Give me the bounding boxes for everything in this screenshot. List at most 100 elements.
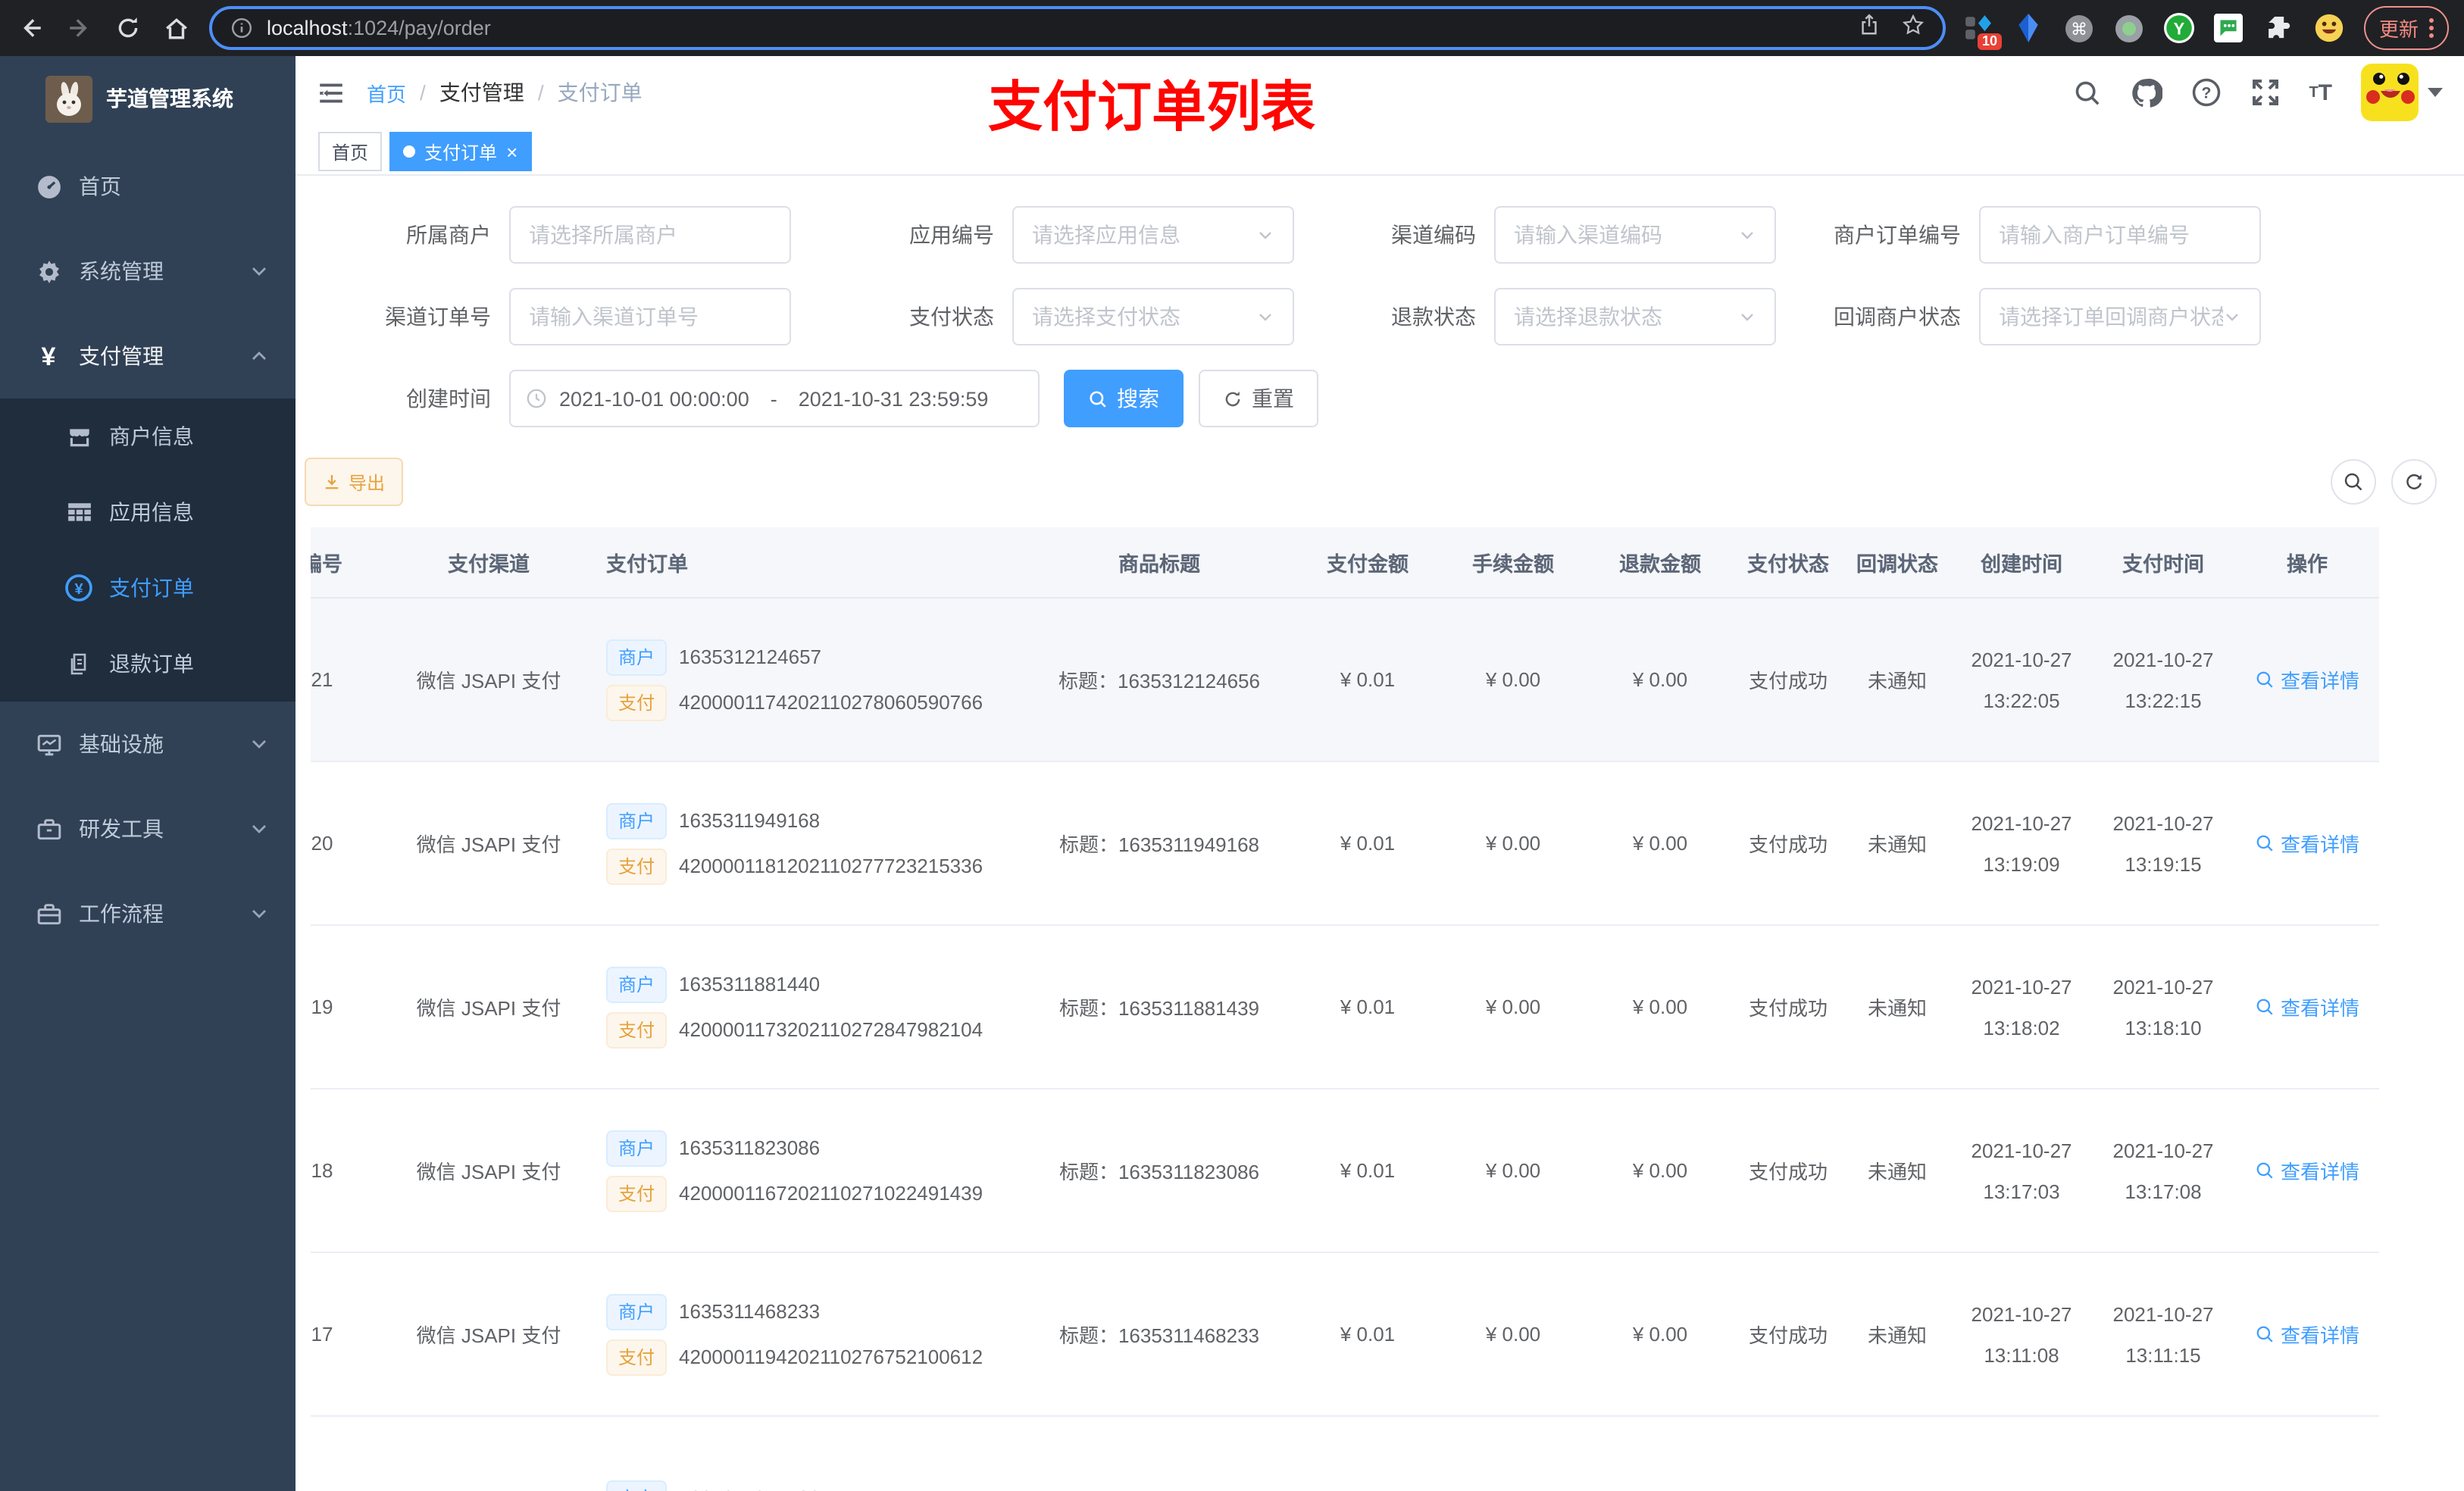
svg-text:Y: Y	[2174, 19, 2185, 38]
kite-icon[interactable]	[2014, 13, 2044, 43]
chevron-down-icon	[250, 735, 268, 753]
user-avatar[interactable]	[2361, 64, 2443, 121]
breadcrumb: 首页 / 支付管理 / 支付订单	[367, 77, 643, 108]
merchant-tag: 商户	[606, 1480, 668, 1491]
view-detail-link[interactable]: 查看详情	[2255, 829, 2359, 858]
merchant-order-no-input[interactable]: 请输入商户订单编号	[1979, 206, 2261, 264]
filter-form: 所属商户 请选择所属商户 应用编号 请选择应用信息 渠道编码 请输入渠道编码 商…	[295, 176, 2464, 427]
extension-bar: 10 ⌘ Y 更新	[1964, 6, 2449, 50]
sidebar-item-infra[interactable]: 基础设施	[0, 702, 295, 786]
reload-icon[interactable]	[112, 13, 142, 43]
breadcrumb-home[interactable]: 首页	[367, 78, 406, 107]
extension-grid-icon[interactable]: 10	[1964, 13, 2002, 49]
show-search-button[interactable]	[2331, 459, 2376, 505]
puzzle-icon[interactable]	[2264, 13, 2294, 43]
caret-down-icon	[2428, 88, 2443, 97]
logo-image	[45, 75, 92, 122]
breadcrumb-pay-order: 支付订单	[557, 80, 643, 105]
view-detail-link[interactable]: 查看详情	[2255, 992, 2359, 1021]
view-detail-link[interactable]: 查看详情	[2255, 1156, 2359, 1185]
fullscreen-icon[interactable]	[2250, 77, 2280, 108]
forward-icon[interactable]	[64, 13, 94, 43]
sidebar: 芋道管理系统 首页 系统管理 ¥ 支付管理 商户信息 应用信息 ¥ 支付订单 退…	[0, 56, 295, 1491]
notify-status-select[interactable]: 请选择订单回调商户状态	[1979, 288, 2261, 345]
update-label: 更新	[2378, 18, 2419, 41]
date-range-input[interactable]: 2021-10-01 00:00:00 - 2021-10-31 23:59:5…	[509, 370, 1040, 427]
filter-label: 创建时间	[406, 386, 491, 411]
merchant-select[interactable]: 请选择所属商户	[509, 206, 791, 264]
chevron-down-icon	[1738, 226, 1756, 244]
sidebar-toggle-icon[interactable]	[295, 78, 367, 107]
record-dot-icon[interactable]	[2114, 13, 2144, 43]
channel-order-no-input[interactable]: 请输入渠道订单号	[509, 288, 791, 345]
avatar-image	[2361, 64, 2419, 121]
share-icon[interactable]	[1858, 13, 1881, 43]
info-icon[interactable]	[230, 17, 253, 39]
filter-label: 退款状态	[1391, 305, 1476, 329]
command-icon[interactable]: ⌘	[2064, 13, 2094, 43]
app-select[interactable]: 请选择应用信息	[1012, 206, 1294, 264]
close-icon[interactable]: ×	[506, 142, 518, 161]
sidebar-item-home[interactable]: 首页	[0, 144, 295, 229]
chevron-down-icon	[1256, 308, 1274, 326]
pay-status-select[interactable]: 请选择支付状态	[1012, 288, 1294, 345]
date-separator: -	[770, 387, 777, 410]
url-text[interactable]: localhost:1024/pay/order	[267, 17, 1844, 39]
breadcrumb-pay-mgmt: 支付管理	[439, 80, 524, 105]
gear-icon	[30, 258, 67, 284]
table-toolbar: 导出	[305, 458, 2464, 506]
export-button[interactable]: 导出	[305, 458, 404, 506]
sidebar-item-workflow[interactable]: 工作流程	[0, 871, 295, 956]
chevron-up-icon	[250, 347, 268, 365]
view-detail-link[interactable]: 查看详情	[2255, 665, 2359, 694]
help-icon[interactable]: ?	[2190, 77, 2221, 108]
sidebar-item-pay[interactable]: ¥ 支付管理	[0, 314, 295, 399]
search-button[interactable]: 搜索	[1064, 370, 1184, 427]
merchant-tag: 商户	[606, 1293, 668, 1330]
date-start: 2021-10-01 00:00:00	[559, 387, 749, 410]
pay-tag: 支付	[606, 1011, 668, 1048]
sidebar-item-refund-order[interactable]: 退款订单	[0, 626, 295, 702]
channel-code-select[interactable]: 请输入渠道编码	[1494, 206, 1776, 264]
sidebar-logo[interactable]: 芋道管理系统	[0, 56, 295, 132]
y-badge-icon[interactable]: Y	[2163, 13, 2194, 43]
sidebar-item-pay-order[interactable]: ¥ 支付订单	[0, 550, 295, 626]
dashboard-icon	[30, 173, 67, 199]
view-detail-link[interactable]: 查看详情	[2255, 1320, 2359, 1349]
reset-button[interactable]: 重置	[1199, 370, 1318, 427]
sidebar-item-dev-tools[interactable]: 研发工具	[0, 786, 295, 871]
filter-label: 渠道订单号	[385, 305, 491, 329]
sidebar-item-merchant-info[interactable]: 商户信息	[0, 399, 295, 474]
github-icon[interactable]	[2130, 77, 2162, 108]
tab-pay-order[interactable]: 支付订单 ×	[389, 132, 532, 171]
filter-label: 所属商户	[406, 223, 491, 247]
shop-icon	[61, 424, 97, 449]
grid-icon	[61, 499, 97, 525]
browser-menu-icon[interactable]	[2429, 18, 2434, 38]
merchant-tag: 商户	[606, 802, 668, 839]
font-size-icon[interactable]: TT	[2309, 80, 2332, 105]
back-icon[interactable]	[15, 13, 45, 43]
briefcase-icon	[30, 901, 67, 927]
star-icon[interactable]	[1902, 13, 1925, 43]
filter-label: 渠道编码	[1391, 223, 1476, 247]
sidebar-item-app-info[interactable]: 应用信息	[0, 474, 295, 550]
tab-home[interactable]: 首页	[318, 132, 383, 171]
svg-text:?: ?	[2201, 84, 2211, 102]
emoji-profile-icon[interactable]	[2314, 13, 2344, 43]
browser-chrome: localhost:1024/pay/order 10 ⌘ Y 更新	[0, 0, 2464, 56]
search-icon[interactable]	[2072, 78, 2101, 107]
pay-tag: 支付	[606, 684, 668, 720]
url-bar[interactable]: localhost:1024/pay/order	[209, 6, 1946, 50]
sidebar-item-system[interactable]: 系统管理	[0, 229, 295, 314]
filter-label: 支付状态	[909, 305, 994, 329]
refund-status-select[interactable]: 请选择退款状态	[1494, 288, 1776, 345]
filter-label: 回调商户状态	[1834, 305, 1961, 329]
active-dot	[403, 145, 416, 158]
update-button[interactable]: 更新	[2363, 6, 2449, 50]
table-row: 商户1635311351796	[311, 1416, 2379, 1491]
svg-text:¥: ¥	[74, 581, 83, 598]
chat-icon[interactable]	[2214, 13, 2244, 43]
home-icon[interactable]	[161, 13, 191, 43]
refresh-button[interactable]	[2391, 459, 2437, 505]
